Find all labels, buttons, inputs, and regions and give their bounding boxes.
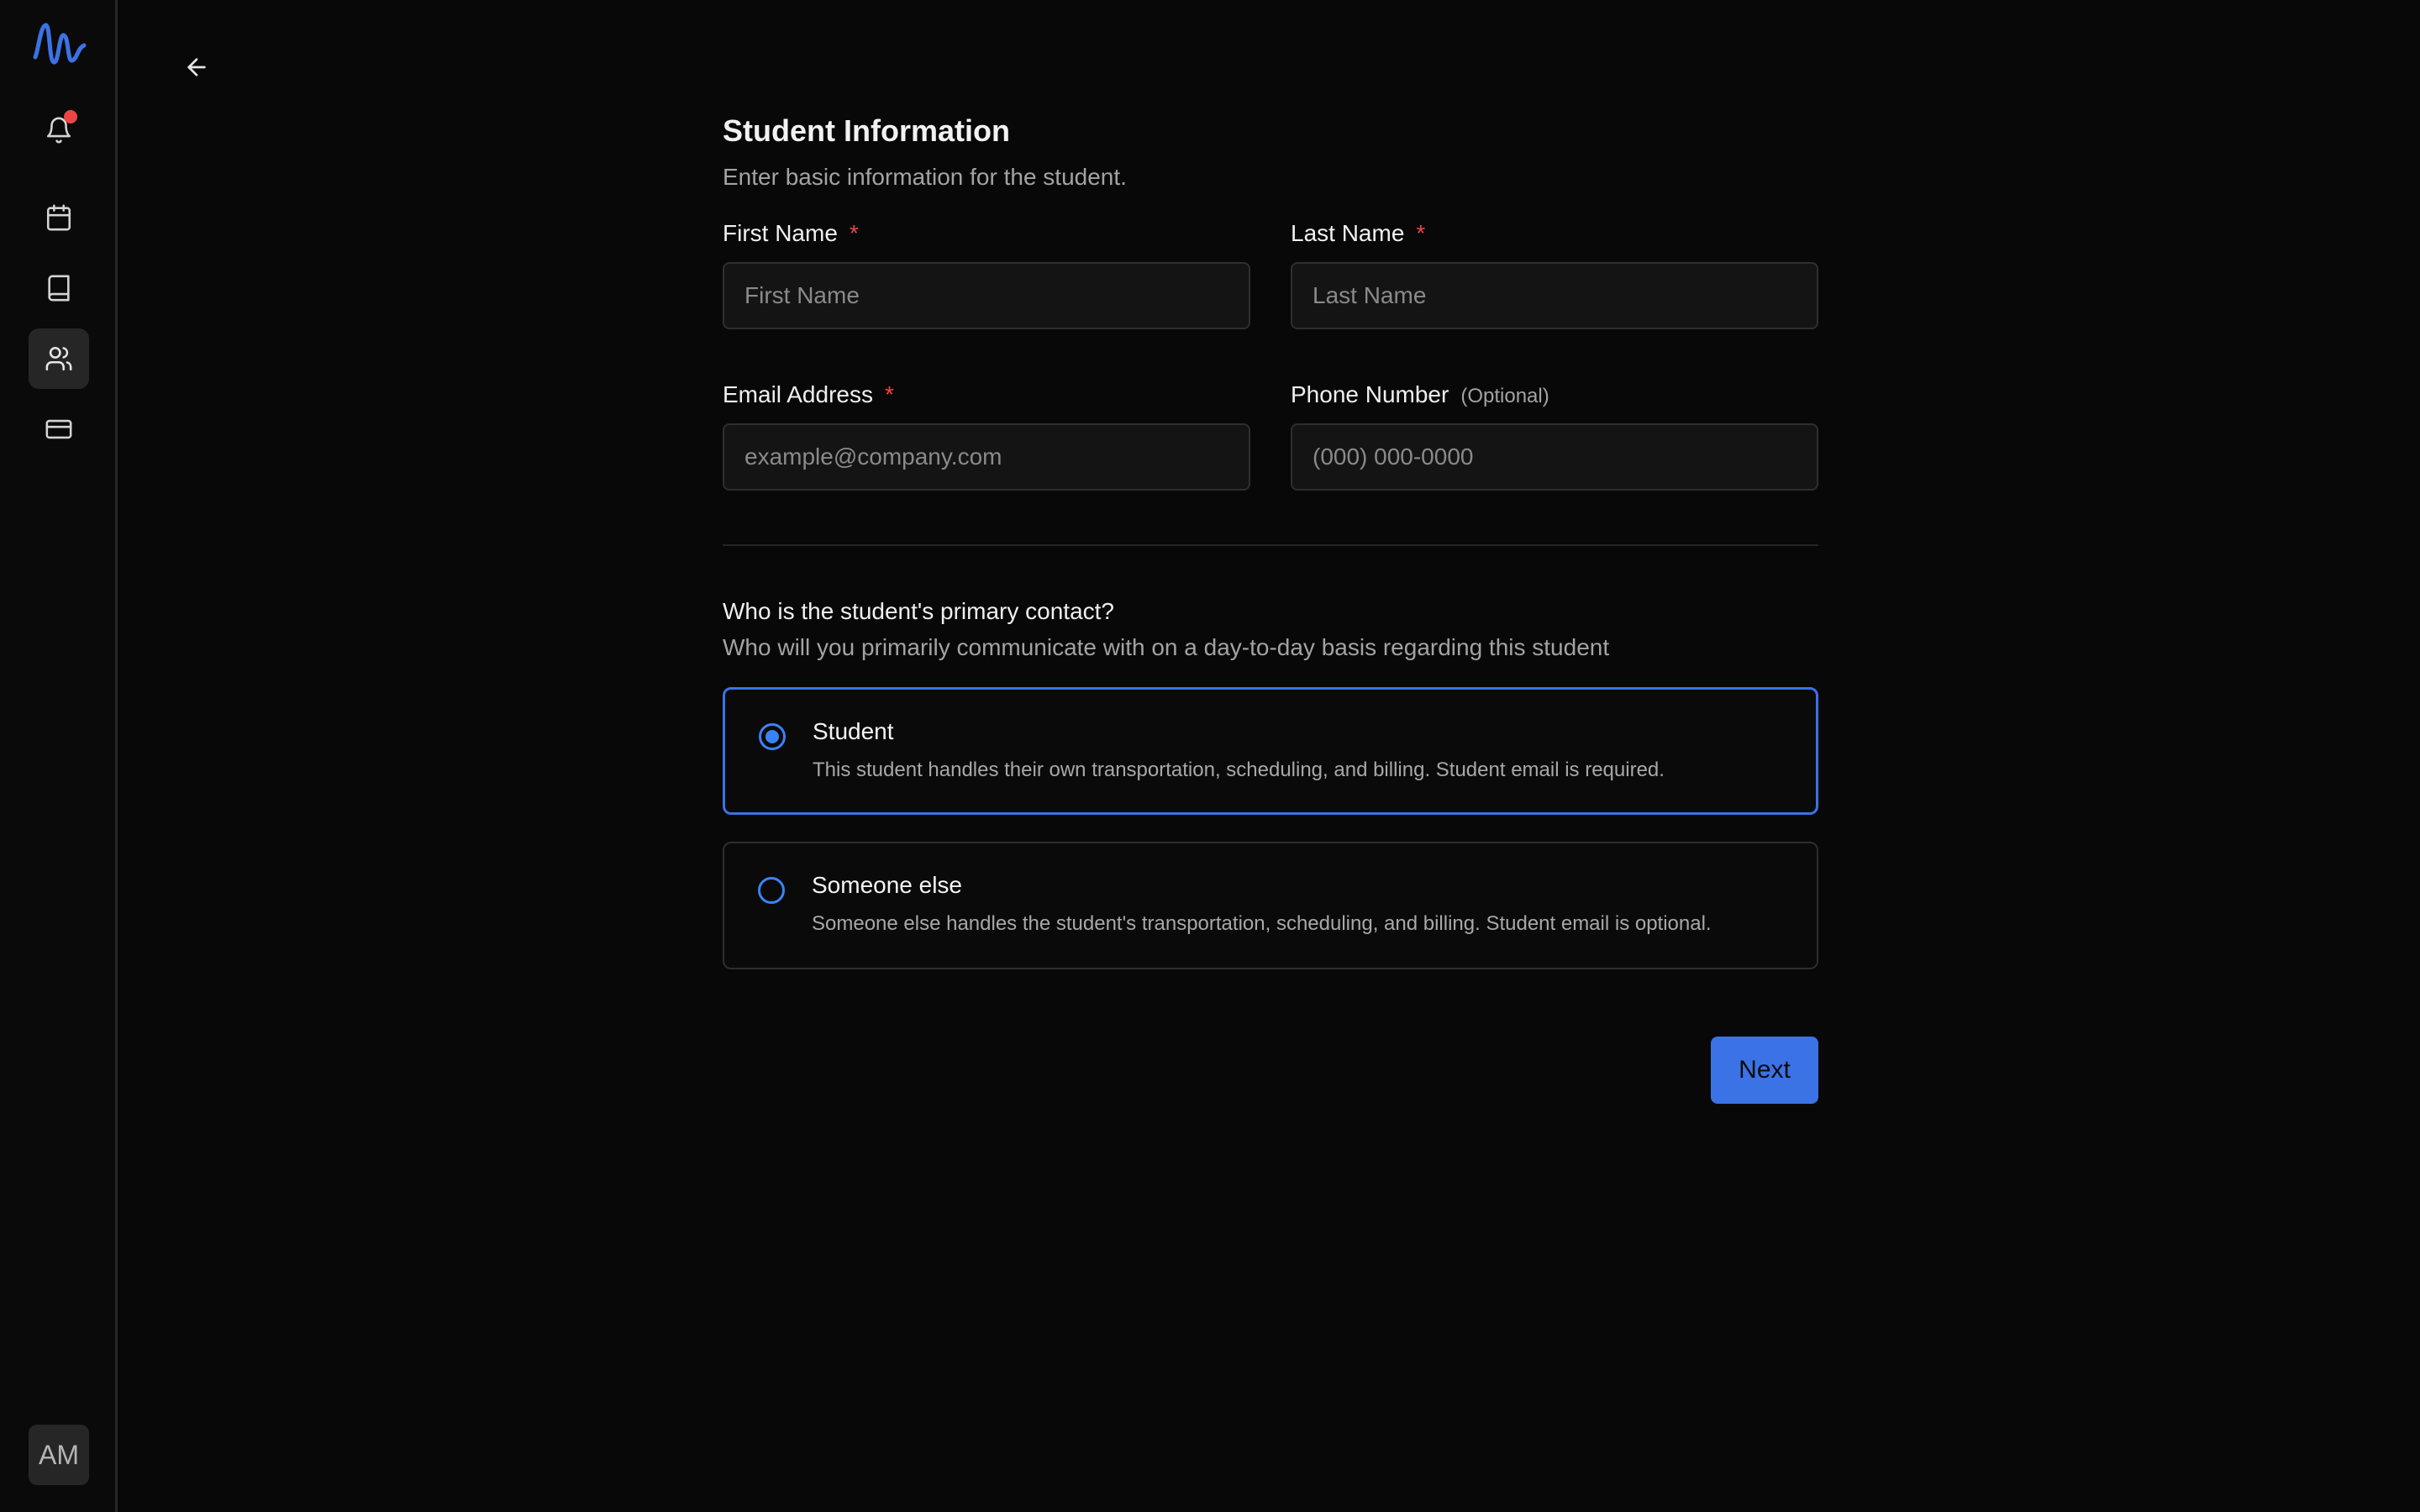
email-label: Email Address * bbox=[723, 381, 894, 407]
waveform-logo-icon[interactable] bbox=[25, 15, 92, 71]
first-name-label: First Name * bbox=[723, 220, 859, 246]
email-field-group: Email Address * bbox=[723, 378, 1250, 491]
name-row: First Name* Last Name* bbox=[723, 217, 1818, 329]
page-title: Student Information bbox=[723, 113, 1010, 148]
last-name-input[interactable] bbox=[1291, 262, 1818, 329]
app-root: AM Student Information Enter basic infor… bbox=[0, 0, 2420, 1512]
back-button[interactable] bbox=[183, 50, 210, 84]
email-input[interactable] bbox=[723, 423, 1250, 491]
phone-input[interactable] bbox=[1291, 423, 1818, 491]
sidebar-item-students[interactable] bbox=[29, 328, 89, 389]
calendar-icon bbox=[46, 204, 71, 231]
phone-field-group: Phone Number (Optional) bbox=[1291, 378, 1818, 491]
required-mark: * bbox=[1416, 220, 1426, 246]
required-mark: * bbox=[884, 381, 894, 407]
last-name-field-group: Last Name * bbox=[1291, 217, 1818, 329]
phone-label: Phone Number (Optional) bbox=[1291, 381, 1549, 407]
next-button[interactable]: Next bbox=[1711, 1037, 1818, 1104]
required-mark: * bbox=[849, 220, 859, 246]
optional-text: (Optional) bbox=[1460, 385, 1549, 407]
option-description: Someone else handles the student's trans… bbox=[812, 912, 1712, 935]
option-description: This student handles their own transport… bbox=[813, 759, 1665, 781]
student-info-form: Student Information Enter basic informat… bbox=[723, 108, 1818, 969]
first-name-field-group: First Name * bbox=[723, 217, 1250, 329]
option-title: Student bbox=[813, 718, 894, 744]
sidebar-item-lessons[interactable] bbox=[29, 258, 89, 318]
contact-option-student[interactable]: Student This student handles their own t… bbox=[723, 687, 1818, 815]
option-title: Someone else bbox=[812, 872, 963, 898]
primary-contact-question: Who is the student's primary contact? bbox=[723, 598, 1114, 624]
sidebar-item-notifications[interactable] bbox=[29, 100, 89, 160]
first-name-input[interactable] bbox=[723, 262, 1250, 329]
primary-contact-description: Who will you primarily communicate with … bbox=[723, 634, 1610, 660]
avatar[interactable]: AM bbox=[29, 1425, 89, 1485]
contact-row: Email Address* Phone Number(Optional) bbox=[723, 378, 1818, 491]
radio-someone-else[interactable] bbox=[758, 877, 785, 904]
notification-badge bbox=[64, 110, 77, 123]
radio-student[interactable] bbox=[759, 723, 786, 750]
sidebar-item-billing[interactable] bbox=[29, 399, 89, 459]
book-icon bbox=[48, 275, 70, 302]
page-subtitle: Enter basic information for the student. bbox=[723, 164, 1127, 190]
contact-option-someone-else[interactable]: Someone else Someone else handles the st… bbox=[723, 842, 1818, 969]
last-name-label: Last Name * bbox=[1291, 220, 1426, 246]
arrow-left-icon bbox=[187, 58, 206, 76]
section-divider bbox=[723, 544, 1818, 546]
sidebar-item-calendar[interactable] bbox=[29, 187, 89, 248]
credit-card-icon bbox=[45, 419, 72, 439]
users-icon bbox=[45, 346, 72, 371]
sidebar: AM bbox=[0, 0, 118, 1512]
